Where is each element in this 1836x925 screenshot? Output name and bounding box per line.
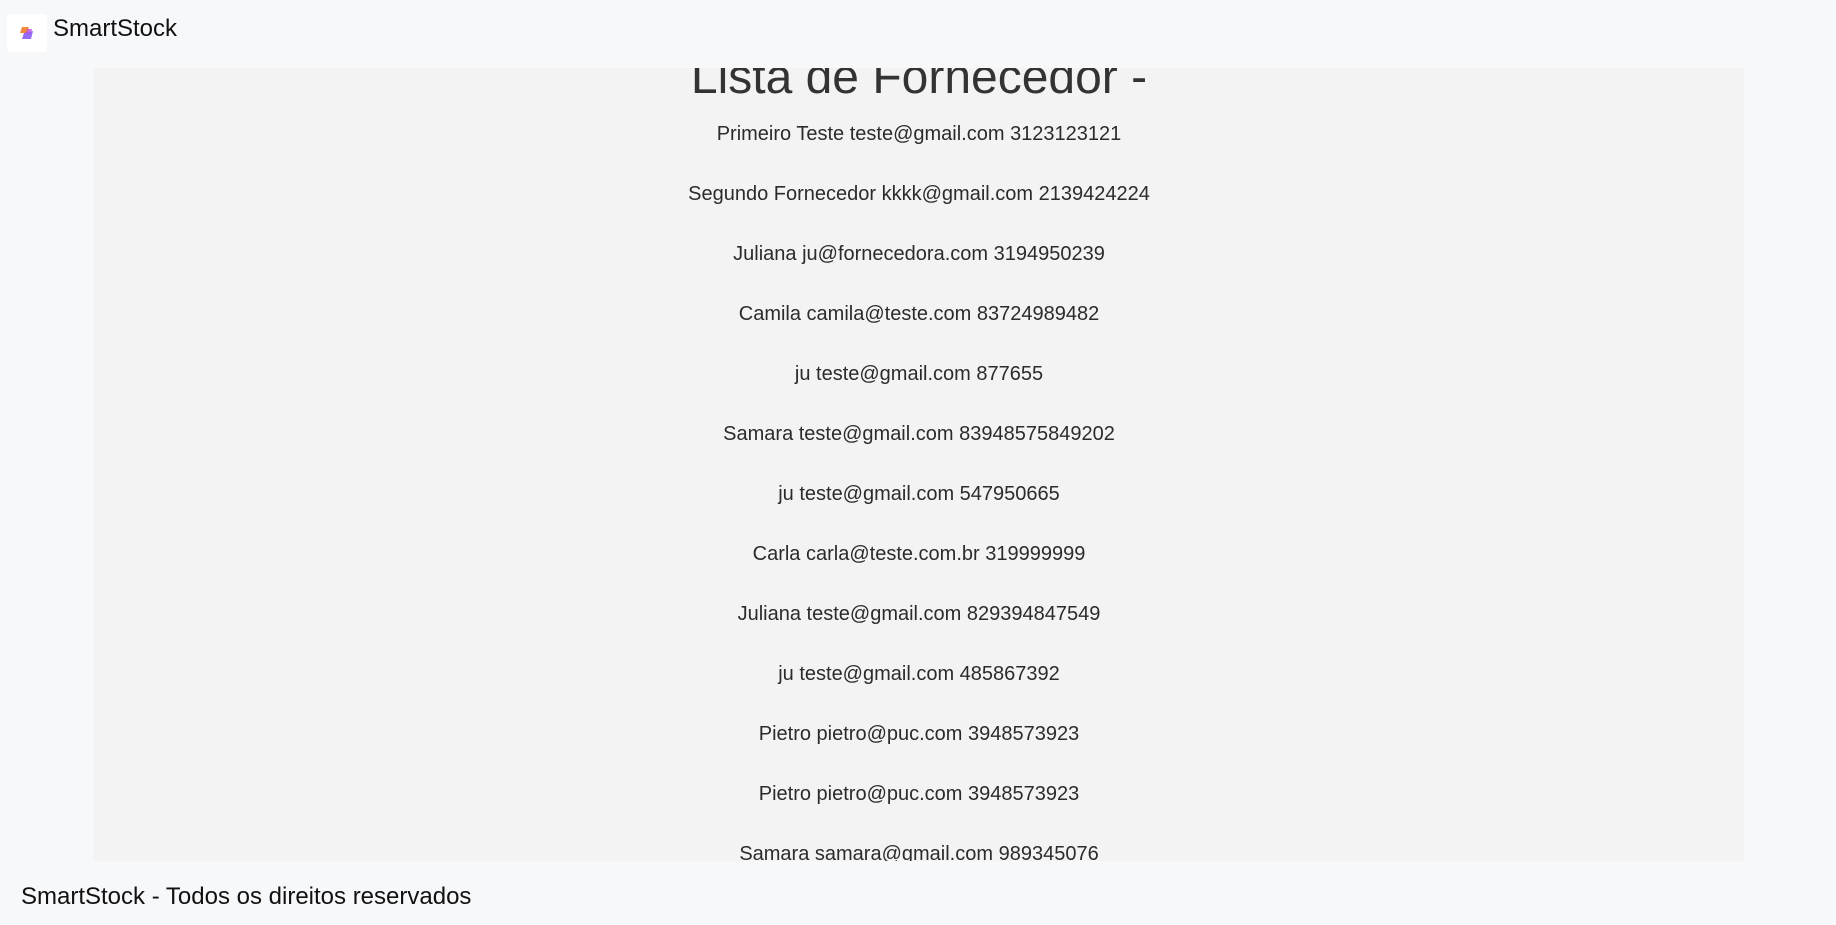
- list-item: Camila camila@teste.com 83724989482: [738, 303, 1100, 325]
- list-item: Carla carla@teste.com.br 319999999: [752, 543, 1086, 565]
- list-item: Samara teste@gmail.com 83948575849202: [723, 423, 1115, 445]
- list-item: ju teste@gmail.com 877655: [794, 363, 1044, 385]
- supplier-list-panel: Lista de Fornecedor - Primeiro Teste tes…: [94, 68, 1744, 861]
- list-item: ju teste@gmail.com 547950665: [778, 483, 1060, 505]
- list-item: ju teste@gmail.com 485867392: [778, 663, 1060, 685]
- list-item: Primeiro Teste teste@gmail.com 312312312…: [716, 123, 1122, 145]
- brand-name[interactable]: SmartStock: [53, 14, 177, 44]
- list-item: Juliana teste@gmail.com 829394847549: [737, 603, 1101, 625]
- app-footer: SmartStock - Todos os direitos reservado…: [0, 861, 1836, 925]
- list-item: Pietro pietro@puc.com 3948573923: [758, 723, 1080, 745]
- supplier-list: Primeiro Teste teste@gmail.com 312312312…: [94, 120, 1744, 861]
- smartstock-logo-icon[interactable]: [7, 14, 47, 52]
- list-item: Segundo Fornecedor kkkk@gmail.com 213942…: [688, 183, 1150, 205]
- copyright-text: SmartStock - Todos os direitos reservado…: [21, 883, 472, 910]
- page-title: Lista de Fornecedor -: [690, 68, 1148, 104]
- list-item: Juliana ju@fornecedora.com 3194950239: [733, 243, 1105, 265]
- list-item: Samara samara@gmail.com 989345076: [739, 843, 1099, 861]
- app-header: SmartStock: [0, 0, 1836, 68]
- list-item: Pietro pietro@puc.com 3948573923: [758, 783, 1080, 805]
